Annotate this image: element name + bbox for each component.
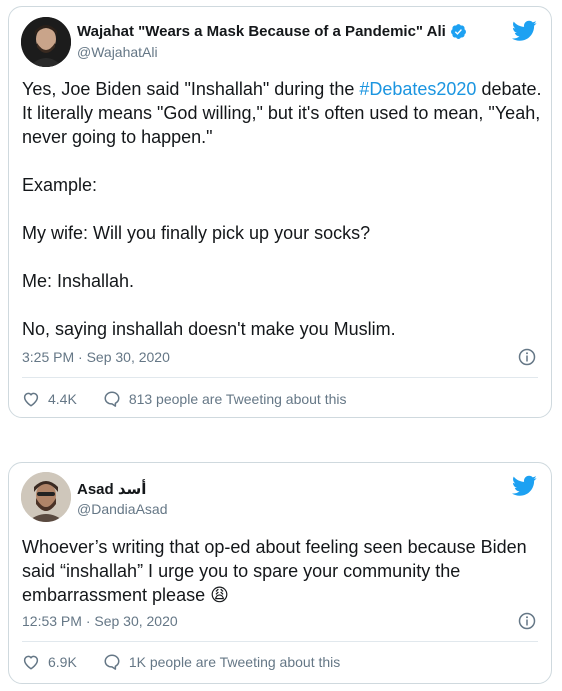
divider (22, 377, 538, 378)
display-name-row[interactable]: Asad أسد (77, 480, 146, 498)
like-count: 4.4K (48, 391, 77, 407)
tweet-timestamp[interactable]: 3:25 PM · Sep 30, 2020 (22, 349, 170, 365)
info-icon[interactable] (518, 348, 536, 366)
tweet-paragraph: Me: Inshallah. (22, 271, 135, 291)
tweet-paragraph: Yes, Joe Biden said "Inshallah" during t… (22, 79, 542, 147)
tweet-paragraph: Whoever’s writing that op-ed about feeli… (22, 537, 527, 605)
user-handle[interactable]: @WajahatAli (77, 44, 158, 60)
tweeting-about-text: 813 people are Tweeting about this (128, 391, 347, 407)
tweet-card[interactable]: Wajahat "Wears a Mask Because of a Pande… (8, 6, 552, 418)
like-count: 6.9K (48, 654, 77, 670)
heart-icon (23, 655, 39, 670)
display-name[interactable]: Asad أسد (77, 480, 146, 498)
tweet-paragraph: Example: (22, 175, 98, 195)
tweet-actions: 6.9K 1K people are Tweeting about this (22, 652, 340, 672)
hashtag-link[interactable]: #Debates2020 (359, 79, 476, 99)
twitter-bird-icon[interactable] (512, 475, 537, 497)
tweet-text: Whoever’s writing that op-ed about feeli… (22, 535, 542, 607)
tweeting-about-text: 1K people are Tweeting about this (128, 654, 341, 670)
avatar[interactable] (21, 472, 71, 522)
speech-bubble-icon (104, 391, 120, 407)
tweet-timestamp[interactable]: 12:53 PM · Sep 30, 2020 (22, 613, 178, 629)
tweet-actions: 4.4K 813 people are Tweeting about this (22, 389, 347, 409)
avatar[interactable] (21, 17, 71, 67)
display-name[interactable]: Wajahat "Wears a Mask Because of a Pande… (77, 23, 446, 40)
like-button[interactable]: 6.9K (22, 653, 77, 671)
speech-bubble-icon (104, 654, 120, 670)
tweet-text: Yes, Joe Biden said "Inshallah" during t… (22, 77, 542, 341)
tweet-paragraph: No, saying inshallah doesn't make you Mu… (22, 319, 396, 339)
twitter-bird-icon[interactable] (512, 20, 537, 42)
divider (22, 641, 538, 642)
weary-face-emoji: 😩 (210, 585, 229, 605)
tweet-paragraph: My wife: Will you finally pick up your s… (22, 223, 371, 243)
like-button[interactable]: 4.4K (22, 390, 77, 408)
tweet-card[interactable]: Asad أسد @DandiaAsad Whoever’s writing t… (8, 462, 552, 684)
tweeting-about-link[interactable]: 813 people are Tweeting about this (103, 390, 347, 408)
verified-badge-icon (450, 24, 466, 39)
info-icon[interactable] (518, 612, 536, 630)
display-name-row[interactable]: Wajahat "Wears a Mask Because of a Pande… (77, 23, 467, 40)
tweeting-about-link[interactable]: 1K people are Tweeting about this (103, 653, 340, 671)
heart-icon (23, 392, 39, 407)
user-handle[interactable]: @DandiaAsad (77, 501, 168, 517)
